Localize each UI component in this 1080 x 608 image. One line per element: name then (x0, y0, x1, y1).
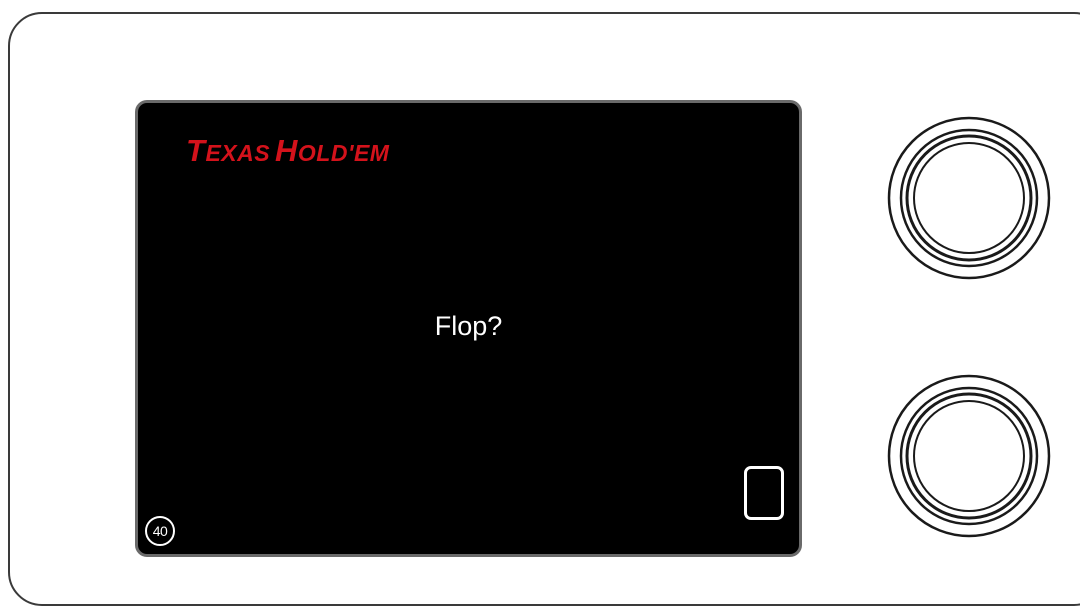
title-initial-h: H (275, 133, 298, 168)
title-rest-oldem: OLD'EM (297, 140, 390, 166)
game-title: TEXAS HOLD'EM (186, 133, 389, 169)
bottom-knob-button[interactable] (886, 373, 1052, 539)
title-rest-exas: EXAS (205, 140, 271, 166)
title-initial-t: T (186, 133, 206, 168)
flop-prompt: Flop? (434, 311, 503, 341)
card-outline-icon[interactable] (744, 466, 784, 520)
top-knob-button[interactable] (886, 115, 1052, 281)
counter-badge: 40 (145, 516, 175, 546)
game-screen: TEXAS HOLD'EM Flop? 40 (135, 100, 802, 557)
